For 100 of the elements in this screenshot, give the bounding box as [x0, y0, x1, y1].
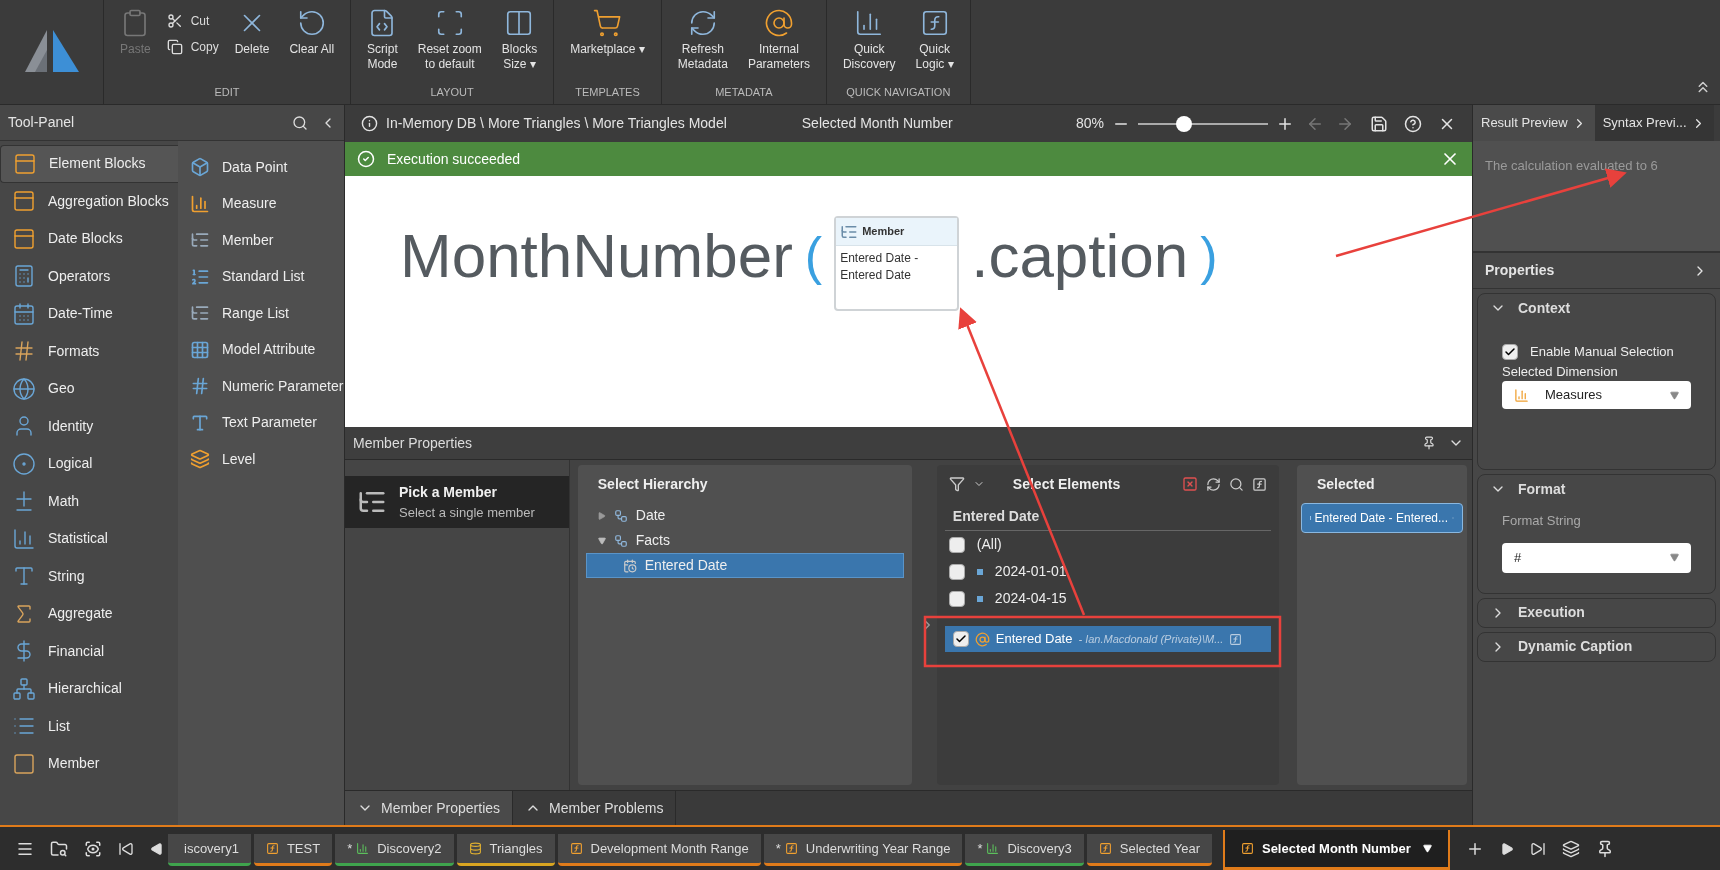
refresh-icon[interactable] — [1206, 476, 1221, 492]
block-title: Member — [862, 224, 905, 240]
tool-item[interactable]: Data Point — [190, 149, 344, 186]
toolbar-button[interactable]: Internal Parameters — [739, 8, 818, 72]
tree-item[interactable]: Facts — [585, 528, 904, 553]
toolbar-button[interactable]: Quick Logic ▾ — [907, 8, 962, 72]
screen-icon[interactable] — [84, 839, 102, 858]
previous-tab-icon[interactable] — [150, 841, 164, 856]
element-row[interactable]: (All) — [936, 531, 1279, 558]
zoom-slider[interactable] — [1138, 115, 1268, 132]
document-tab[interactable]: TEST — [253, 834, 333, 866]
document-tab[interactable]: iscovery1 — [168, 834, 251, 866]
checkbox[interactable] — [948, 536, 965, 553]
tool-item[interactable]: Text Parameter — [190, 404, 344, 441]
category-item[interactable]: Statistical — [0, 520, 178, 558]
toolbar-button[interactable]: Marketplace ▾ — [562, 8, 653, 57]
clear-selection-icon[interactable] — [1182, 476, 1198, 492]
checkbox[interactable] — [948, 590, 965, 607]
document-tab[interactable]: * Discovery3 — [965, 834, 1084, 866]
format-dropdown[interactable]: # — [1502, 542, 1691, 573]
last-tab-icon[interactable] — [1529, 840, 1546, 857]
document-tab[interactable]: Triangles — [456, 834, 555, 866]
hierarchy-icon — [613, 533, 628, 548]
checkbox[interactable] — [952, 631, 969, 647]
layers-icon[interactable] — [1561, 839, 1580, 858]
tool-item[interactable]: Member — [190, 222, 344, 259]
expanded-caret-icon[interactable] — [597, 536, 606, 545]
category-item[interactable]: Aggregation Blocks — [0, 182, 178, 220]
category-item[interactable]: Logical — [0, 445, 178, 483]
category-item[interactable]: List — [0, 707, 178, 745]
mode-item[interactable]: Pick a Member Select a single member — [345, 476, 569, 528]
element-row[interactable]: 2024-04-15 — [936, 585, 1279, 612]
panel-tab[interactable]: Member Properties — [345, 791, 514, 825]
checkbox[interactable] — [1502, 343, 1518, 360]
category-item[interactable]: Member — [0, 745, 178, 783]
help-icon[interactable] — [1404, 114, 1422, 133]
tool-item[interactable]: Range List — [190, 295, 344, 332]
category-item[interactable]: Geo — [0, 370, 178, 408]
toolbar-button[interactable]: Refresh Metadata — [669, 8, 736, 72]
checkbox[interactable] — [948, 563, 965, 580]
function-icon — [784, 842, 798, 855]
preview-tab[interactable]: Syntax Previ... — [1594, 105, 1714, 141]
copy-icon — [166, 39, 183, 55]
category-item[interactable]: Formats — [0, 332, 178, 370]
collapsed-caret-icon[interactable] — [597, 511, 606, 520]
tool-item[interactable]: Model Attribute — [190, 331, 344, 368]
element-row[interactable]: 2024-01-01 — [936, 558, 1279, 585]
member-block[interactable]: Member Entered Date - Entered Date — [834, 216, 960, 311]
tool-item[interactable]: Standard List — [190, 258, 344, 295]
scissors-icon — [166, 13, 183, 29]
document-tab[interactable]: * Discovery2 — [335, 834, 454, 866]
search-icon[interactable] — [292, 114, 308, 131]
folder-search-icon[interactable] — [50, 839, 68, 858]
category-item[interactable]: Aggregate — [0, 595, 178, 633]
pin-icon[interactable] — [1422, 436, 1436, 450]
category-item[interactable]: Hierarchical — [0, 670, 178, 708]
info-icon[interactable] — [361, 115, 378, 132]
preview-tab[interactable]: Result Preview — [1473, 105, 1595, 141]
category-item[interactable]: Date-Time — [0, 295, 178, 333]
zoom-reading: 80% — [1075, 114, 1104, 133]
toolbar-button[interactable]: Reset zoom to default — [409, 8, 490, 72]
section-header[interactable]: Format — [1478, 475, 1715, 503]
category-item[interactable]: Identity — [0, 407, 178, 445]
dragged-element-row[interactable]: Entered Date - Ian.Macdonald (Private)\M... — [944, 626, 1271, 652]
selected-chip[interactable]: Entered Date - Entered... — [1301, 503, 1463, 533]
category-item[interactable]: Financial — [0, 632, 178, 670]
category-item[interactable]: Element Blocks — [0, 145, 178, 183]
section-header[interactable]: Execution — [1478, 598, 1715, 627]
category-item[interactable]: Date Blocks — [0, 220, 178, 258]
save-icon[interactable] — [1370, 114, 1388, 133]
filter-icon[interactable] — [948, 476, 965, 492]
close-paren: ) — [1200, 226, 1218, 287]
category-item[interactable]: String — [0, 557, 178, 595]
tool-item[interactable]: Measure — [190, 185, 344, 222]
toolbar-button[interactable]: Delete — [226, 8, 278, 57]
document-tab[interactable]: Selected Month Number — [1222, 830, 1450, 870]
toolbar-button[interactable]: Copy — [162, 38, 223, 56]
section-header[interactable]: Dynamic Caption — [1478, 632, 1715, 661]
dimension-dropdown[interactable]: Measures — [1502, 381, 1691, 409]
tree-item[interactable]: Date — [585, 503, 904, 528]
toolbar-button[interactable]: Quick Discovery — [834, 8, 904, 72]
toolbar-button[interactable]: Script Mode — [359, 8, 406, 72]
next-tab-icon[interactable] — [1499, 841, 1514, 856]
toolbar-button[interactable]: Clear All — [281, 8, 343, 57]
document-tab[interactable]: * Underwriting Year Range — [763, 834, 963, 866]
slider-thumb[interactable] — [1175, 115, 1192, 132]
search-icon[interactable] — [1229, 476, 1244, 492]
tool-item[interactable]: Numeric Parameter — [190, 368, 344, 405]
first-tab-icon[interactable] — [118, 840, 134, 857]
document-tab[interactable]: Development Month Range — [557, 834, 761, 866]
tool-item[interactable]: Level — [190, 441, 344, 478]
section-header[interactable]: Context — [1478, 294, 1715, 322]
toolbar-button[interactable]: Blocks Size ▾ — [493, 8, 546, 72]
toolbar-button[interactable]: Cut — [162, 12, 223, 30]
document-tab[interactable]: Selected Year — [1086, 834, 1212, 866]
tree-item[interactable]: Entered Date — [585, 553, 904, 578]
category-item[interactable]: Math — [0, 482, 178, 520]
database-icon — [468, 842, 482, 855]
category-item[interactable]: Operators — [0, 257, 178, 295]
function-icon[interactable] — [1252, 476, 1267, 492]
